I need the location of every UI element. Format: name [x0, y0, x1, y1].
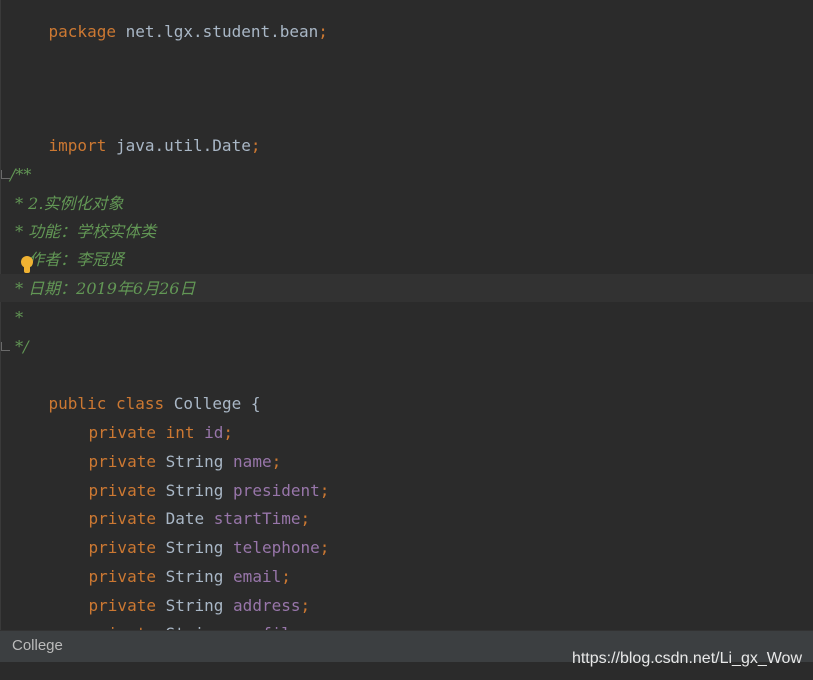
open-brace: { [250, 394, 261, 413]
javadoc-author: 作者：李冠贤 [28, 250, 125, 269]
field-line[interactable]: private String address; [50, 564, 311, 615]
gutter-divider [0, 0, 1, 630]
keyword-import: import [48, 136, 107, 155]
fold-marker-icon[interactable] [1, 342, 10, 351]
javadoc-open[interactable]: /** [10, 161, 31, 189]
javadoc-line[interactable]: * [10, 304, 23, 332]
javadoc-line[interactable]: * 日期：2019年6月26日 [10, 275, 195, 303]
field-line[interactable]: private String profile; [50, 592, 311, 630]
import-name: java.util.Date [115, 136, 251, 155]
field-line[interactable]: private String email; [50, 535, 291, 586]
field-line[interactable]: private String name; [50, 420, 282, 471]
field-line[interactable]: private String president; [50, 449, 330, 500]
field-line[interactable]: private Date startTime; [50, 477, 311, 528]
code-editor[interactable]: package net.lgx.student.bean; import jav… [0, 0, 813, 630]
javadoc-close[interactable]: */ [10, 333, 28, 361]
import-line[interactable]: import java.util.Date; [10, 104, 261, 155]
lightbulb-icon[interactable] [19, 255, 35, 277]
keyword-package: package [48, 22, 116, 41]
field-line[interactable]: private String telephone; [50, 506, 330, 557]
semicolon: ; [319, 481, 330, 500]
package-line[interactable]: package net.lgx.student.bean; [10, 0, 328, 41]
breadcrumb-college[interactable]: College [12, 637, 63, 654]
semicolon: ; [250, 136, 261, 155]
semicolon: ; [318, 22, 328, 41]
class-declaration[interactable]: public class College { [10, 362, 261, 413]
field-line[interactable]: private int id; [50, 391, 234, 442]
package-name: net.lgx.student.bean [125, 22, 319, 41]
fold-marker-icon[interactable] [1, 170, 10, 179]
watermark-text: https://blog.csdn.net/Li_gx_Wow [571, 650, 802, 667]
javadoc-line[interactable]: * 2.实例化对象 [10, 190, 123, 218]
javadoc-line[interactable]: * 功能：学校实体类 [10, 218, 156, 246]
semicolon: ; [319, 538, 330, 557]
